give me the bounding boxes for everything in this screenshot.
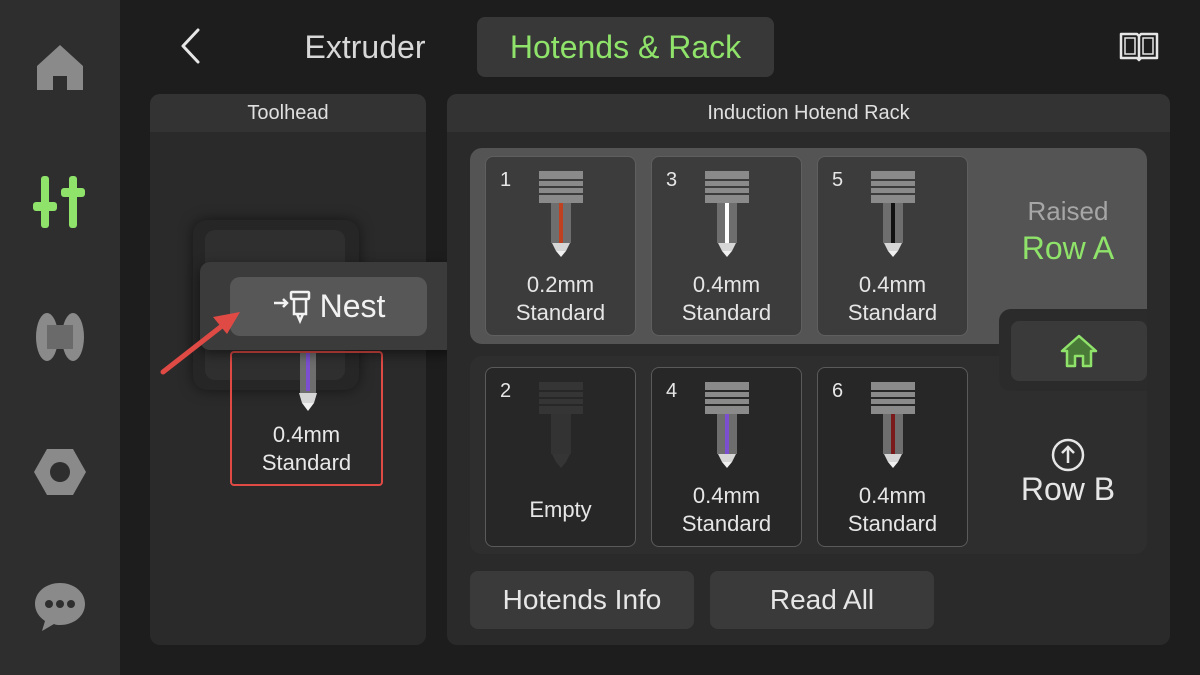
slot-number: 2 (500, 380, 512, 402)
toolhead-title: Toolhead (150, 94, 426, 132)
slot-nozzle-type: Standard (847, 300, 938, 325)
raise-row-b-icon[interactable] (1050, 437, 1086, 473)
sidebar-item-settings[interactable] (30, 442, 90, 502)
chat-icon (35, 583, 85, 631)
row-b-label[interactable]: Row B (990, 471, 1146, 508)
chevron-left-icon (181, 28, 200, 64)
hex-nut-icon (34, 449, 86, 495)
book-icon (1119, 32, 1159, 62)
sidebar-item-controls[interactable] (30, 172, 90, 232)
rack-slot-3[interactable]: 3 0.4mm Standard (651, 156, 802, 336)
home-icon (37, 45, 83, 90)
back-button[interactable] (168, 22, 212, 70)
slot-number: 1 (500, 169, 512, 191)
sliders-icon (33, 176, 85, 228)
top-bar: Extruder Hotends & Rack (120, 0, 1200, 90)
toolhead-nozzle-icon (299, 353, 317, 411)
empty-hotend-icon (538, 382, 583, 468)
read-all-button[interactable]: Read All (710, 571, 934, 629)
slot-nozzle-type: Standard (515, 300, 606, 325)
rack-slot-1[interactable]: 1 0.2mm Standard (485, 156, 636, 336)
nest-button[interactable]: Nest (230, 277, 427, 336)
rack-slot-2[interactable]: 2 Empty (485, 367, 636, 547)
slot-nozzle-type: Standard (681, 300, 772, 325)
slot-nozzle-size: 0.4mm (692, 272, 761, 297)
hotend-icon (870, 382, 915, 468)
hotends-info-button[interactable]: Hotends Info (470, 571, 694, 629)
pointer-arrow-icon (160, 312, 240, 375)
sidebar-item-messages[interactable] (30, 577, 90, 637)
filament-spool-icon (36, 313, 84, 361)
slot-nozzle-size: 0.2mm (526, 272, 595, 297)
toolhead-hotend-slot[interactable]: 0.4mm Standard (230, 351, 383, 486)
rack-slot-5[interactable]: 5 0.4mm Standard (817, 156, 968, 336)
slot-nozzle-type: Standard (847, 511, 938, 536)
rack-home-button[interactable] (1011, 321, 1147, 381)
row-a-state: Raised (1027, 196, 1109, 226)
slot-empty-label: Empty (529, 497, 592, 522)
hotend-icon (538, 171, 583, 257)
slot-nozzle-size: 0.4mm (692, 483, 761, 508)
hotend-icon (870, 171, 915, 257)
nest-icon (273, 290, 310, 324)
rack-slot-6[interactable]: 6 0.4mm Standard (817, 367, 968, 547)
slot-number: 6 (832, 380, 844, 402)
slot-number: 5 (832, 169, 844, 191)
sidebar-item-filament[interactable] (30, 307, 90, 367)
rack-title: Induction Hotend Rack (447, 94, 1170, 132)
slot-nozzle-size: 0.4mm (858, 483, 927, 508)
slot-nozzle-size: 0.4mm (858, 272, 927, 297)
slot-number: 3 (666, 169, 678, 191)
hotend-icon (704, 171, 749, 257)
nest-label: Nest (319, 288, 386, 324)
toolhead-nozzle-type: Standard (261, 450, 352, 475)
slot-number: 4 (666, 380, 678, 402)
row-a-label: Row A (1021, 230, 1115, 266)
hotend-icon (704, 382, 749, 468)
home-icon (1060, 334, 1098, 368)
toolhead-nozzle-size: 0.4mm (272, 422, 341, 447)
manual-button[interactable] (1114, 24, 1164, 68)
tab-hotends-rack[interactable]: Hotends & Rack (477, 17, 774, 77)
slot-nozzle-type: Standard (681, 511, 772, 536)
sidebar-item-home[interactable] (30, 37, 90, 97)
rack-slot-4[interactable]: 4 0.4mm Standard (651, 367, 802, 547)
tab-extruder[interactable]: Extruder (280, 17, 450, 77)
sidebar (0, 0, 120, 675)
